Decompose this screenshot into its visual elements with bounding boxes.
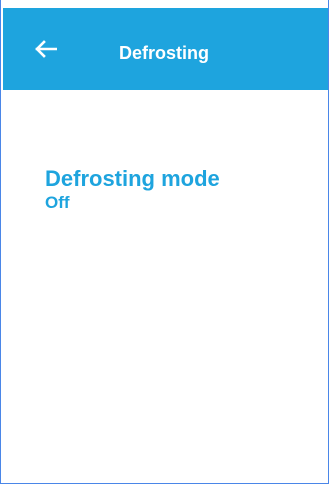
page-title: Defrosting — [119, 43, 209, 63]
defrosting-mode-setting[interactable]: Defrosting mode Off — [45, 165, 220, 213]
app-bar: Defrosting — [3, 8, 328, 90]
screen-frame: Defrosting Defrosting mode Off — [0, 0, 329, 484]
back-button[interactable] — [31, 36, 61, 62]
defrosting-mode-label: Defrosting mode — [45, 166, 220, 191]
arrow-left-icon — [35, 40, 57, 58]
defrosting-mode-value: Off — [45, 193, 70, 212]
